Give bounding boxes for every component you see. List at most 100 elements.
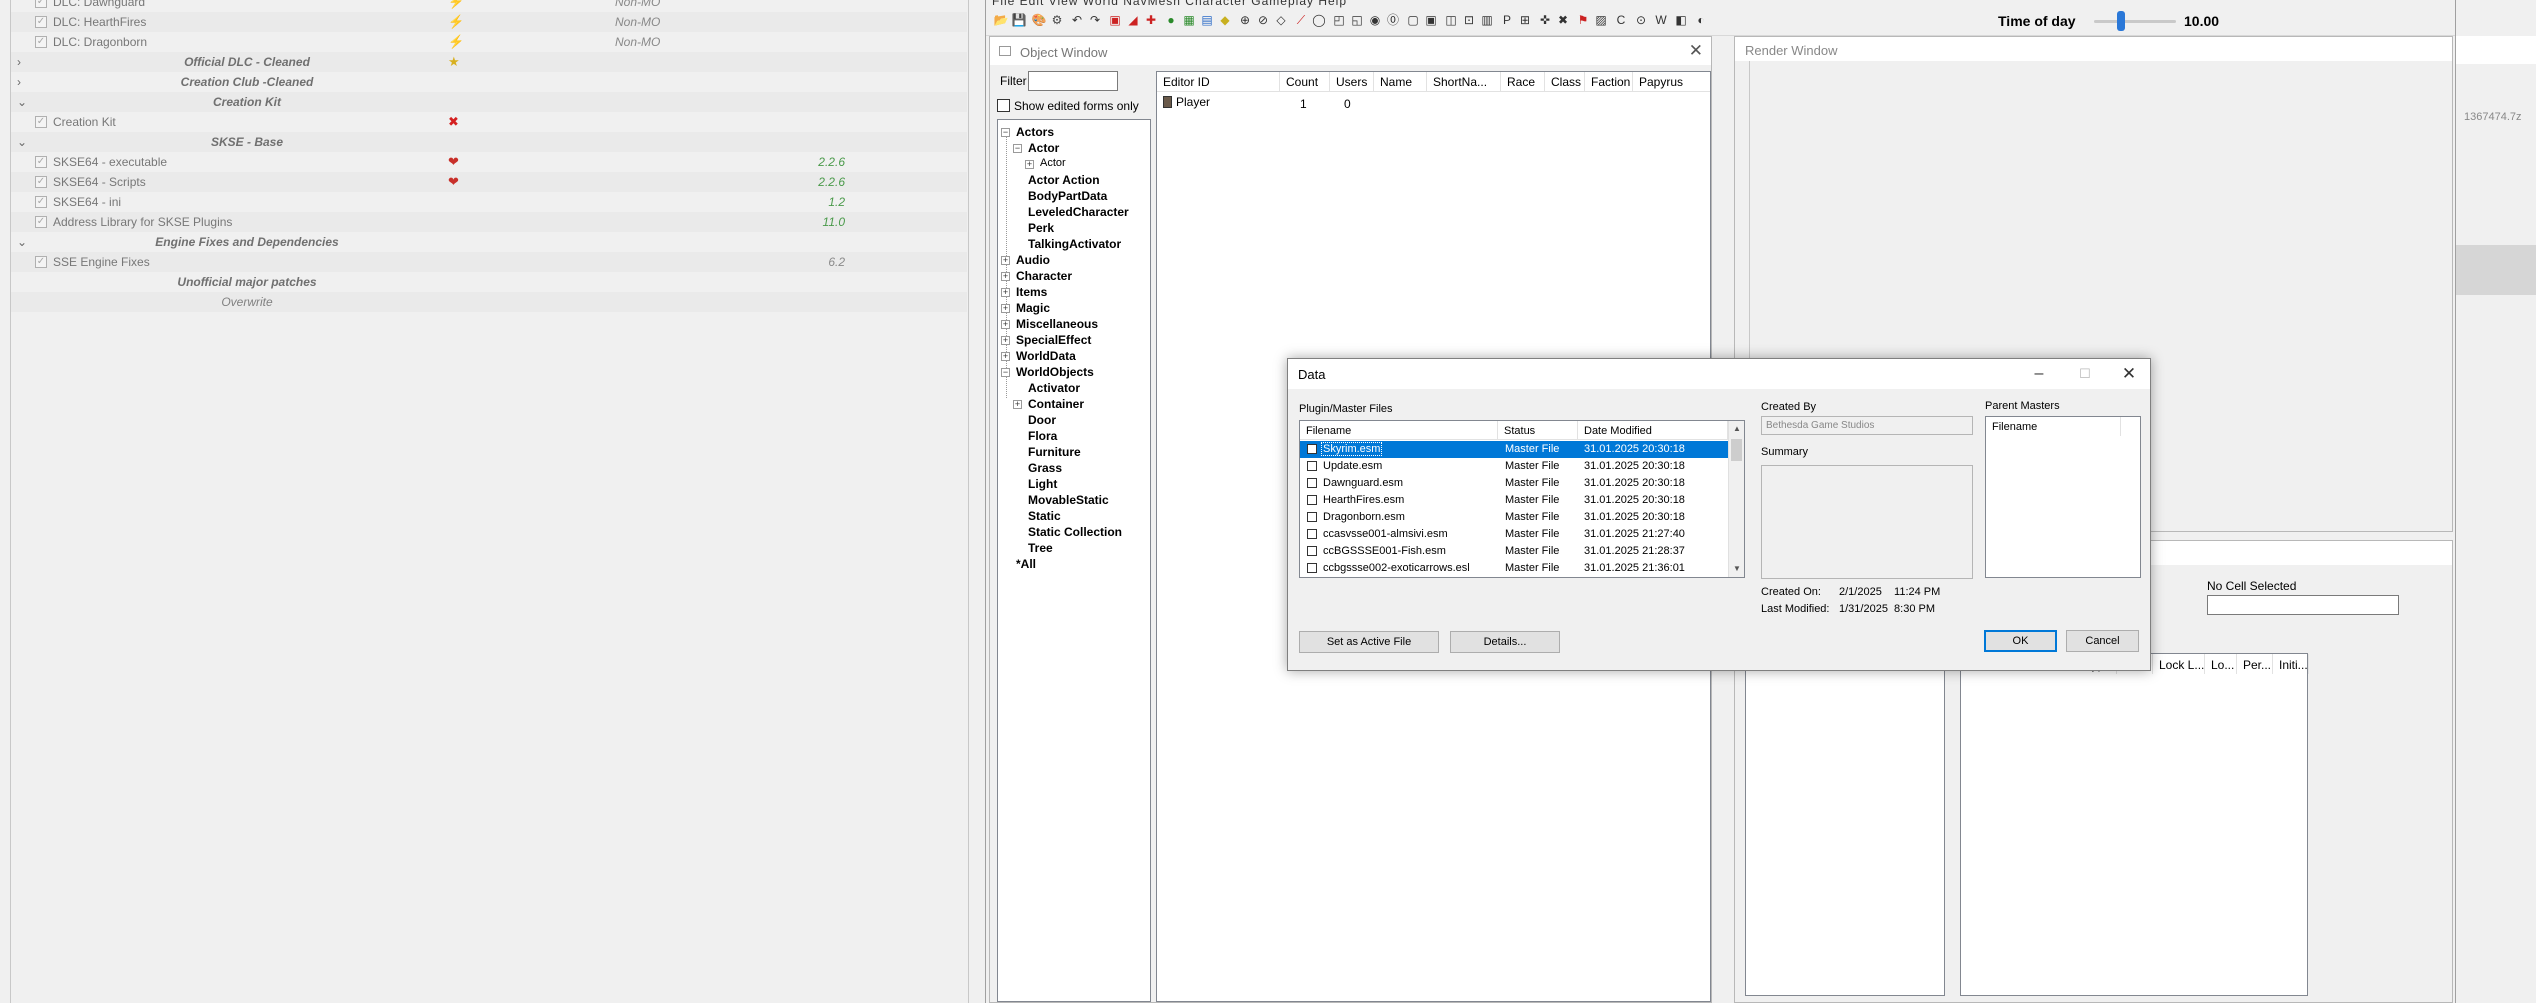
tree-item[interactable]: TalkingActivator <box>1028 237 1121 251</box>
mod-enabled-checkbox[interactable]: ✓ <box>35 176 47 188</box>
details-button[interactable]: Details... <box>1450 631 1560 653</box>
tree-item[interactable]: Light <box>1028 477 1057 491</box>
frame-icon[interactable]: ◰ <box>1330 12 1348 28</box>
plugin-checkbox[interactable] <box>1307 478 1317 488</box>
expand-icon[interactable]: + <box>1001 272 1010 281</box>
mod-row[interactable]: ✓ DLC: Dawnguard ⚡ Non-MO <box>11 0 967 12</box>
cell-column-header[interactable]: Per... <box>2237 654 2273 674</box>
collapse-icon[interactable]: − <box>1001 128 1010 137</box>
diamond-icon[interactable]: ◇ <box>1272 12 1290 28</box>
column-header[interactable]: Editor ID <box>1157 72 1280 92</box>
show-edited-checkbox[interactable]: Show edited forms only <box>997 99 1139 113</box>
palette-icon[interactable]: 🎨 <box>1030 12 1048 28</box>
parent-masters-list[interactable]: Filename <box>1985 416 2141 578</box>
mod-row[interactable]: ✓ SSE Engine Fixes 6.2 <box>11 252 967 272</box>
tree-item[interactable]: Furniture <box>1028 445 1081 459</box>
open-icon[interactable]: 📂 <box>992 12 1010 28</box>
circle-icon[interactable]: ◯ <box>1310 12 1328 28</box>
cell-column-header[interactable]: Lock L... <box>2153 654 2205 674</box>
c-icon[interactable]: C <box>1612 12 1630 28</box>
tree-item[interactable]: BodyPartData <box>1028 189 1107 203</box>
tree-item[interactable]: Tree <box>1028 541 1053 555</box>
minimize-icon[interactable]: – <box>2016 359 2062 389</box>
list-item[interactable]: Skyrim.esm Master File 31.01.2025 20:30:18 <box>1300 441 1730 458</box>
target-icon[interactable]: ◉ <box>1366 12 1384 28</box>
tree-item[interactable]: Items <box>1016 285 1047 299</box>
expand-icon[interactable]: + <box>1001 304 1010 313</box>
close-icon[interactable]: ✕ <box>1689 41 1703 61</box>
tree-item[interactable]: WorldObjects <box>1016 365 1094 379</box>
scroll-up-icon[interactable]: ▲ <box>1729 421 1744 437</box>
plugin-checkbox[interactable] <box>1307 563 1317 573</box>
separator-row[interactable]: › Official DLC - Cleaned ★ <box>11 52 967 72</box>
mod-row[interactable]: ✓ DLC: HearthFires ⚡ Non-MO <box>11 12 967 32</box>
fill-icon[interactable]: ▨ <box>1592 12 1610 28</box>
column-header[interactable]: Class <box>1545 72 1585 92</box>
cell-name-field[interactable] <box>2207 595 2399 615</box>
plugin-column-header[interactable]: Filename <box>1300 421 1498 440</box>
p-icon[interactable]: P <box>1498 12 1516 28</box>
tree-item[interactable]: Static Collection <box>1028 525 1122 539</box>
column-header[interactable]: ShortNa... <box>1427 72 1501 92</box>
scroll-thumb[interactable] <box>1731 439 1742 461</box>
dot-icon[interactable]: ⊙ <box>1632 12 1650 28</box>
tree-item[interactable]: Door <box>1028 413 1056 427</box>
zero-icon[interactable]: ⓪ <box>1384 12 1402 28</box>
list-item[interactable]: ccasvsse001-almsivi.esm Master File 31.01.… <box>1300 526 1730 543</box>
plugin-checkbox[interactable] <box>1307 529 1317 539</box>
redo-icon[interactable]: ↷ <box>1086 12 1104 28</box>
plugin-checkbox[interactable] <box>1307 546 1317 556</box>
separator-row[interactable]: ⌄ Creation Kit <box>11 92 967 112</box>
mod-enabled-checkbox[interactable]: ✓ <box>35 156 47 168</box>
undo-icon[interactable]: ↶ <box>1068 12 1086 28</box>
marker-icon[interactable]: ✚ <box>1142 12 1160 28</box>
separator-row[interactable]: Unofficial major patches <box>11 272 967 292</box>
grid-icon[interactable]: ▦ <box>1180 12 1198 28</box>
tree-item[interactable]: Miscellaneous <box>1016 317 1098 331</box>
tree-item[interactable]: Actor <box>1028 141 1059 155</box>
separator-row[interactable]: Overwrite <box>11 292 967 312</box>
tree-item[interactable]: Actor Action <box>1028 173 1100 187</box>
expand-icon[interactable]: + <box>1001 352 1010 361</box>
collapse-icon[interactable]: − <box>1001 368 1010 377</box>
cell-object-list[interactable]: TypeOw...Lock L...Lo...Per...Initi... <box>1960 653 2309 996</box>
tree-item[interactable]: Audio <box>1016 253 1050 267</box>
table-row[interactable]: Player <box>1163 95 1210 109</box>
mod-enabled-checkbox[interactable]: ✓ <box>35 216 47 228</box>
add-icon[interactable]: ⊕ <box>1236 12 1254 28</box>
list-item[interactable]: Update.esm Master File 31.01.2025 20:30:18 <box>1300 458 1730 475</box>
list-item[interactable]: ccBGSSSE001-Fish.esm Master File 31.01.202… <box>1300 543 1730 560</box>
cube-icon[interactable]: ▣ <box>1422 12 1440 28</box>
separator-row[interactable]: ⌄ SKSE - Base <box>11 132 967 152</box>
column-header[interactable]: Users <box>1330 72 1374 92</box>
plugin-column-header[interactable]: Status <box>1498 421 1578 440</box>
expand-icon[interactable]: + <box>1013 400 1022 409</box>
tree-item[interactable]: SpecialEffect <box>1016 333 1091 347</box>
column-header[interactable]: Count <box>1280 72 1330 92</box>
mod-enabled-checkbox[interactable]: ✓ <box>35 196 47 208</box>
mod-row[interactable]: ✓ SKSE64 - ini 1.2 <box>11 192 967 212</box>
scroll-down-icon[interactable]: ▼ <box>1729 561 1744 577</box>
column-header[interactable]: Papyrus <box>1633 72 1710 92</box>
parent-masters-column-filename[interactable]: Filename <box>1986 417 2121 436</box>
plugin-master-list[interactable]: Filename Status Date Modified Skyrim.esm Ma… <box>1299 420 1745 578</box>
set-active-file-button[interactable]: Set as Active File <box>1299 631 1439 653</box>
cell-column-header[interactable]: Lo... <box>2205 654 2237 674</box>
tree-item[interactable]: Flora <box>1028 429 1057 443</box>
no-icon[interactable]: ⊘ <box>1254 12 1272 28</box>
cell-list[interactable] <box>1745 653 1945 996</box>
mod-enabled-checkbox[interactable]: ✓ <box>35 36 47 48</box>
render-window-titlebar[interactable]: Render Window <box>1735 37 2452 61</box>
close-icon[interactable]: ✕ <box>2106 359 2152 389</box>
mod-row[interactable]: ✓ Creation Kit ✖ <box>11 112 967 132</box>
layer-icon[interactable]: ▥ <box>1478 12 1496 28</box>
list-item[interactable]: Dawnguard.esm Master File 31.01.2025 20:30… <box>1300 475 1730 492</box>
plugin-checkbox[interactable] <box>1307 512 1317 522</box>
tree-item[interactable]: Container <box>1028 397 1084 411</box>
tree-item[interactable]: Static <box>1028 509 1061 523</box>
moon-icon[interactable]: ◐ <box>1692 12 1710 28</box>
tree-item[interactable]: LeveledCharacter <box>1028 205 1129 219</box>
tree-item[interactable]: Grass <box>1028 461 1062 475</box>
mod-enabled-checkbox[interactable]: ✓ <box>35 116 47 128</box>
plugin-column-header[interactable]: Date Modified <box>1578 421 1728 440</box>
